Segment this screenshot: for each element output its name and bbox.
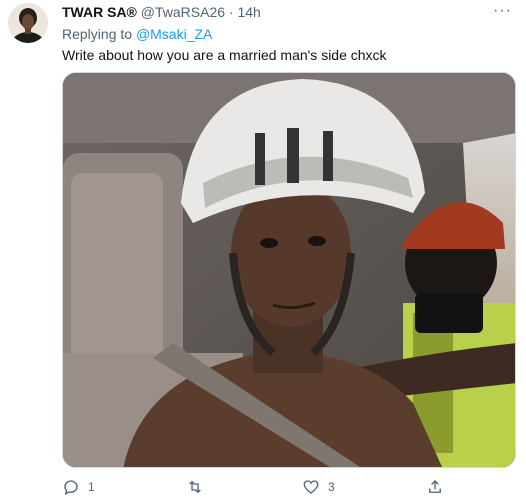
tweet-actions: 1 3 [62, 478, 516, 498]
retweet-icon [189, 480, 201, 494]
author-avatar[interactable] [8, 3, 48, 43]
retweet-button[interactable] [186, 478, 212, 496]
dot-separator: · [228, 4, 234, 20]
tweet-text: Write about how you are a married man's … [62, 47, 387, 63]
photo-illustration [63, 73, 515, 467]
reply-button[interactable]: 1 [62, 478, 95, 496]
user-handle[interactable]: @TwaRSA26 [141, 4, 225, 20]
like-button[interactable]: 3 [302, 478, 335, 496]
display-name[interactable]: TWAR SA® [62, 4, 137, 20]
heart-icon [303, 480, 319, 494]
replying-to: Replying to @Msaki_ZA [62, 25, 212, 43]
reply-mention-link[interactable]: @Msaki_ZA [136, 26, 212, 42]
share-button[interactable] [426, 478, 452, 496]
tweet-photo[interactable] [62, 72, 516, 468]
reply-icon [64, 480, 78, 496]
tweet-age[interactable]: 14h [237, 4, 260, 20]
share-icon [429, 480, 441, 493]
more-icon[interactable]: ··· [493, 2, 512, 20]
tweet-header: TWAR SA® @TwaRSA26 · 14h [62, 3, 261, 21]
avatar-image [8, 3, 48, 43]
like-count: 3 [328, 480, 335, 494]
reply-count: 1 [88, 480, 95, 494]
reply-prefix: Replying to [62, 26, 133, 42]
